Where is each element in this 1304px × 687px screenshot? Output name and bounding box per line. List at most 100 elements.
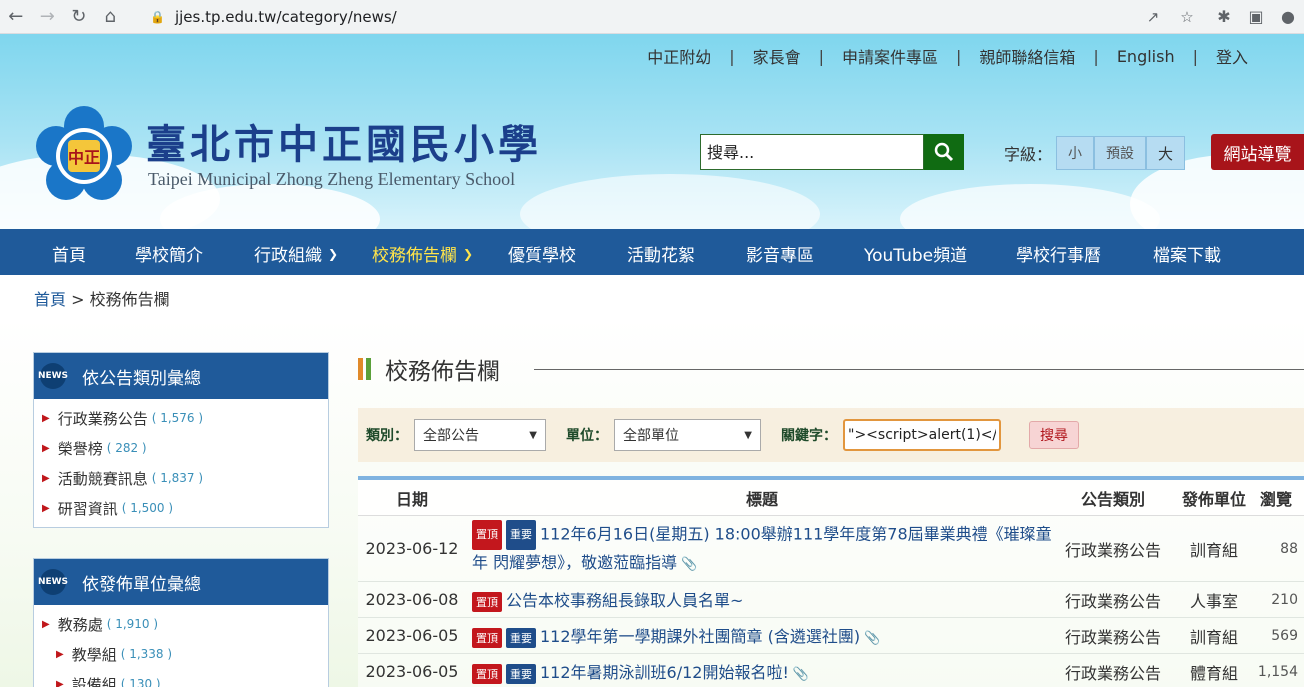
category-item[interactable]: ▶ 研習資訊( 1,500 ) [34, 493, 328, 523]
panel-header: NEWS 依發佈單位彙總 [34, 559, 328, 605]
topnav-pta[interactable]: 家長會 [753, 44, 801, 68]
unit-item[interactable]: ▶ 設備組( 130 ) [34, 669, 328, 687]
nav-organization[interactable]: 行政組織 ❯ [254, 241, 338, 266]
search-input[interactable] [700, 134, 924, 170]
category-select-value: 全部公告 [423, 428, 479, 444]
nav-quality-school[interactable]: 優質學校 [508, 241, 576, 266]
title-bars-icon [358, 358, 371, 380]
extensions-icon[interactable]: ✱ [1208, 7, 1240, 26]
row-date: 2023-06-12 [365, 539, 459, 558]
topnav-english[interactable]: English [1117, 47, 1175, 66]
header-unit[interactable]: 發佈單位 [1174, 486, 1254, 510]
category-label[interactable]: 榮譽榜 [58, 438, 103, 459]
top-utility-nav: 中正附幼 | 家長會 | 申請案件專區 | 親師聯絡信箱 | English |… [647, 44, 1248, 68]
row-title-link[interactable]: 112學年第一學期課外社團簡章 (含遴選社團) [540, 627, 860, 646]
keyword-input[interactable] [843, 419, 1001, 451]
unit-label[interactable]: 教學組 [72, 644, 117, 665]
unit-label[interactable]: 設備組 [72, 674, 117, 687]
attachment-icon: 📎 [864, 631, 881, 647]
topnav-login[interactable]: 登入 [1216, 44, 1248, 68]
row-date: 2023-06-05 [365, 626, 459, 645]
nav-downloads[interactable]: 檔案下載 [1153, 241, 1221, 266]
row-date: 2023-06-08 [365, 590, 459, 609]
nav-home[interactable]: 首頁 [52, 241, 86, 266]
unit-filter-label: 單位： [566, 428, 608, 444]
unit-item[interactable]: ▶ 教學組( 1,338 ) [34, 639, 328, 669]
lock-icon[interactable]: 🔒 [150, 10, 165, 24]
category-select[interactable]: 全部公告 ▼ [414, 419, 546, 451]
category-count: ( 282 ) [106, 441, 147, 455]
nav-youtube[interactable]: YouTube頻道 [864, 241, 967, 266]
caret-right-icon: ▶ [56, 648, 64, 660]
filter-search-button[interactable]: 搜尋 [1029, 421, 1079, 449]
font-size-default-button[interactable]: 預設 [1094, 136, 1147, 170]
breadcrumb-home[interactable]: 首頁 [34, 290, 66, 309]
row-title-link[interactable]: 112年6月16日(星期五) 18:00舉辦111學年度第78屆畢業典禮《璀璨童… [472, 524, 1052, 572]
category-item[interactable]: ▶ 活動競賽訊息( 1,837 ) [34, 463, 328, 493]
caret-right-icon: ▶ [42, 502, 50, 514]
nav-video[interactable]: 影音專區 [746, 241, 814, 266]
news-icon: NEWS [34, 353, 72, 399]
table-row: 2023-06-05 置頂 重要 112年暑期泳訓班6/12開始報名啦! 📎 行政業務… [358, 654, 1304, 687]
nav-label: 活動花絮 [627, 246, 695, 266]
bookmark-star-icon[interactable]: ☆ [1170, 8, 1204, 26]
divider: | [818, 46, 824, 66]
site-header: 中正附幼 | 家長會 | 申請案件專區 | 親師聯絡信箱 | English |… [0, 34, 1304, 229]
category-filter-label: 類別： [366, 428, 408, 444]
row-title-cell: 置頂 重要 112年暑期泳訓班6/12開始報名啦! 📎 [466, 659, 1052, 684]
school-name-english: Taipei Municipal Zhong Zheng Elementary … [148, 169, 516, 189]
row-title-cell: 置頂 重要 112學年第一學期課外社團簡章 (含遴選社團) 📎 [466, 623, 1052, 648]
font-size-label: 字級： [1004, 145, 1053, 164]
nav-activities[interactable]: 活動花絮 [627, 241, 695, 266]
nav-about[interactable]: 學校簡介 [135, 241, 203, 266]
category-label[interactable]: 活動競賽訊息 [58, 468, 148, 489]
forward-icon[interactable]: → [32, 1, 64, 33]
header-category[interactable]: 公告類別 [1052, 486, 1174, 510]
row-title-link[interactable]: 公告本校事務組長錄取人員名單~ [506, 591, 743, 610]
header-date[interactable]: 日期 [358, 486, 466, 510]
nav-bulletin[interactable]: 校務佈告欄 ❯ [372, 241, 473, 266]
nav-calendar[interactable]: 學校行事曆 [1016, 241, 1101, 266]
profile-icon[interactable]: ● [1272, 7, 1304, 26]
header-views[interactable]: 瀏覽 [1254, 486, 1304, 510]
unit-label[interactable]: 教務處 [58, 614, 103, 635]
important-badge: 重要 [506, 663, 536, 684]
nav-label: 學校簡介 [135, 246, 203, 266]
share-icon[interactable]: ↗ [1136, 8, 1170, 26]
page-title-text: 校務佈告欄 [385, 359, 500, 385]
topnav-applications[interactable]: 申請案件專區 [842, 44, 938, 68]
font-size-large-button[interactable]: 大 [1146, 136, 1186, 170]
home-icon[interactable]: ⌂ [95, 1, 127, 33]
school-logo[interactable]: 中正 [34, 104, 134, 204]
font-size-small-button[interactable]: 小 [1056, 136, 1095, 170]
back-icon[interactable]: ← [0, 1, 32, 33]
nav-label: 校務佈告欄 [372, 246, 457, 266]
category-item[interactable]: ▶ 行政業務公告( 1,576 ) [34, 403, 328, 433]
row-views: 569 [1271, 627, 1298, 644]
row-unit: 訓育組 [1189, 627, 1238, 647]
url-text[interactable]: jjes.tp.edu.tw/category/news/ [175, 8, 397, 26]
caret-right-icon: ▶ [42, 618, 50, 630]
divider: | [956, 46, 962, 66]
row-views: 210 [1271, 591, 1298, 608]
address-bar[interactable]: 🔒 jjes.tp.edu.tw/category/news/ ↗ ☆ [138, 3, 1204, 30]
row-title-link[interactable]: 112年暑期泳訓班6/12開始報名啦! [540, 663, 789, 682]
reload-icon[interactable]: ↻ [63, 1, 95, 33]
unit-item[interactable]: ▶ 教務處( 1,910 ) [34, 609, 328, 639]
unit-select[interactable]: 全部單位 ▼ [614, 419, 761, 451]
topnav-mailbox[interactable]: 親師聯絡信箱 [979, 44, 1075, 68]
search-button[interactable] [924, 134, 964, 170]
school-name[interactable]: 臺北市中正國民小學 [146, 112, 542, 170]
sitemap-button[interactable]: 網站導覽 [1211, 134, 1304, 170]
category-label[interactable]: 行政業務公告 [58, 408, 148, 429]
header-title[interactable]: 標題 [466, 486, 1052, 510]
browser-toolbar: ← → ↻ ⌂ 🔒 jjes.tp.edu.tw/category/news/ … [0, 0, 1304, 34]
category-label[interactable]: 研習資訊 [58, 498, 118, 519]
row-views: 1,154 [1257, 663, 1298, 680]
sidepanel-icon[interactable]: ▣ [1240, 7, 1272, 26]
row-title-cell: 置頂 重要 112年6月16日(星期五) 18:00舉辦111學年度第78屆畢業典禮… [466, 519, 1052, 578]
topnav-kindergarten[interactable]: 中正附幼 [647, 44, 711, 68]
category-item[interactable]: ▶ 榮譽榜( 282 ) [34, 433, 328, 463]
divider [534, 369, 1304, 370]
table-row: 2023-06-12 置頂 重要 112年6月16日(星期五) 18:00舉辦111… [358, 516, 1304, 582]
